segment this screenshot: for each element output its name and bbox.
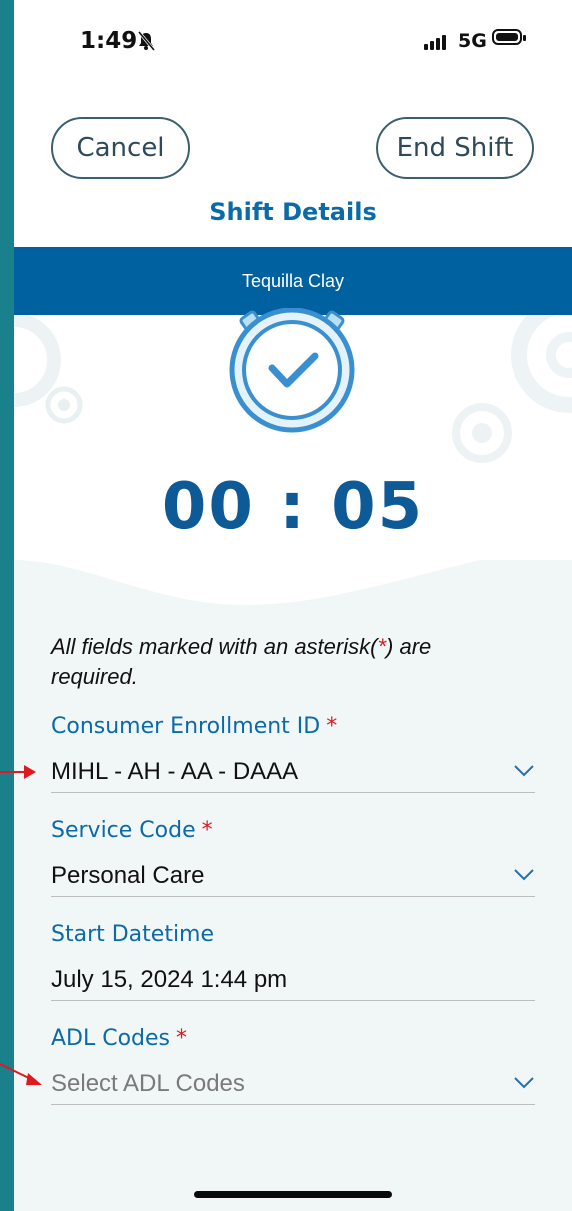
cancel-button[interactable]: Cancel <box>51 117 190 179</box>
start-datetime-field[interactable]: July 15, 2024 1:44 pm <box>51 962 535 1001</box>
signal-icon <box>424 35 446 50</box>
consumer-enrollment-label: Consumer Enrollment ID * <box>51 714 338 739</box>
stopwatch-icon <box>229 308 355 433</box>
home-indicator <box>194 1191 392 1198</box>
adl-codes-label: ADL Codes * <box>51 1026 188 1051</box>
consumer-enrollment-select[interactable]: MIHL - AH - AA - DAAA <box>51 754 535 793</box>
page-title: Shift Details <box>209 198 377 226</box>
status-bar: 1:49 5G <box>14 0 572 80</box>
chevron-down-icon <box>514 869 534 881</box>
network-type: 5G <box>458 30 487 52</box>
chevron-down-icon <box>514 765 534 777</box>
consumer-name: Tequilla Clay <box>241 270 345 291</box>
annotation-arrow-adl <box>0 1063 42 1085</box>
bell-muted-icon <box>137 31 155 51</box>
battery-icon <box>492 29 526 45</box>
adl-codes-select[interactable]: Select ADL Codes <box>51 1066 535 1105</box>
elapsed-timer: 00 : 05 <box>161 470 425 544</box>
end-shift-button[interactable]: End Shift <box>376 117 534 179</box>
service-code-label: Service Code * <box>51 818 213 843</box>
required-fields-note: All fields marked with an asterisk(*) ar… <box>51 634 432 689</box>
service-code-select[interactable]: Personal Care <box>51 858 535 897</box>
status-time: 1:49 <box>80 28 138 54</box>
start-datetime-label: Start Datetime <box>51 922 215 947</box>
phone-screen: 1:49 5G Cancel End Shift Shift Details T… <box>14 0 572 1211</box>
consumer-name-band: Tequilla Clay <box>14 247 572 315</box>
chevron-down-icon <box>514 1077 534 1089</box>
